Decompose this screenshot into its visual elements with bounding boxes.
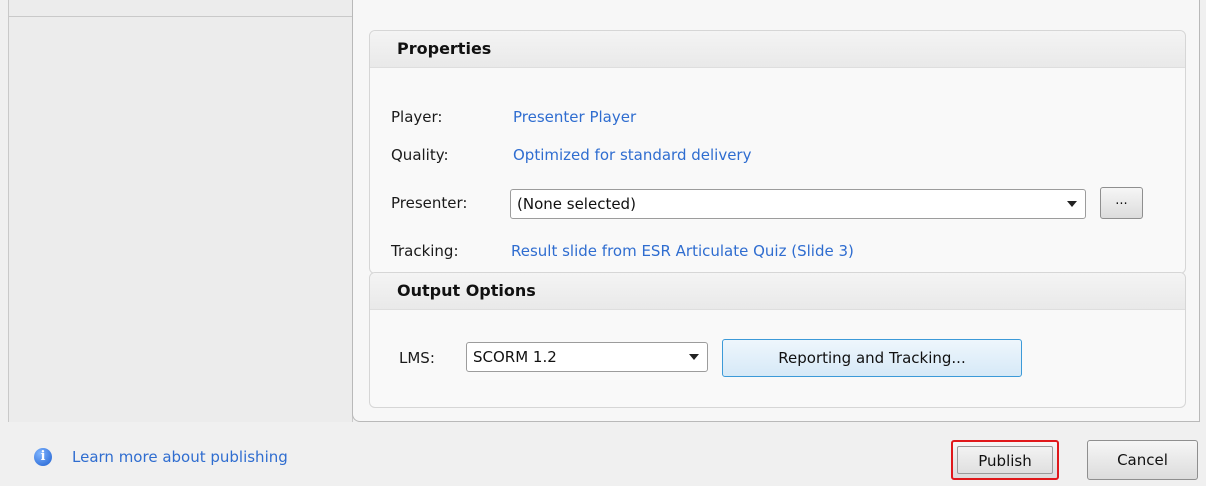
publish-button[interactable]: Publish [951,440,1059,480]
presenter-select[interactable]: (None selected) [510,189,1086,219]
lms-label: LMS: [399,349,435,367]
sidebar-divider [9,16,352,17]
output-options-heading: Output Options [370,273,1185,310]
chevron-down-icon [689,354,699,360]
info-icon: i [34,448,52,466]
tracking-label: Tracking: [391,242,459,260]
player-link[interactable]: Presenter Player [513,108,636,126]
cancel-button[interactable]: Cancel [1087,440,1198,480]
learn-more-link[interactable]: Learn more about publishing [72,448,288,466]
lms-select[interactable]: SCORM 1.2 [466,342,708,372]
quality-link[interactable]: Optimized for standard delivery [513,146,751,164]
presenter-selected-value: (None selected) [517,195,636,213]
properties-heading: Properties [370,31,1185,68]
lms-selected-value: SCORM 1.2 [473,348,557,366]
quality-label: Quality: [391,146,449,164]
tracking-link[interactable]: Result slide from ESR Articulate Quiz (S… [511,242,854,260]
properties-group: Properties [369,30,1186,274]
chevron-down-icon [1067,201,1077,207]
sidebar-panel [8,0,353,422]
presenter-browse-button[interactable]: ... [1100,187,1143,219]
presenter-label: Presenter: [391,194,468,212]
player-label: Player: [391,108,443,126]
publish-button-label: Publish [957,446,1053,474]
reporting-and-tracking-button[interactable]: Reporting and Tracking... [722,339,1022,377]
